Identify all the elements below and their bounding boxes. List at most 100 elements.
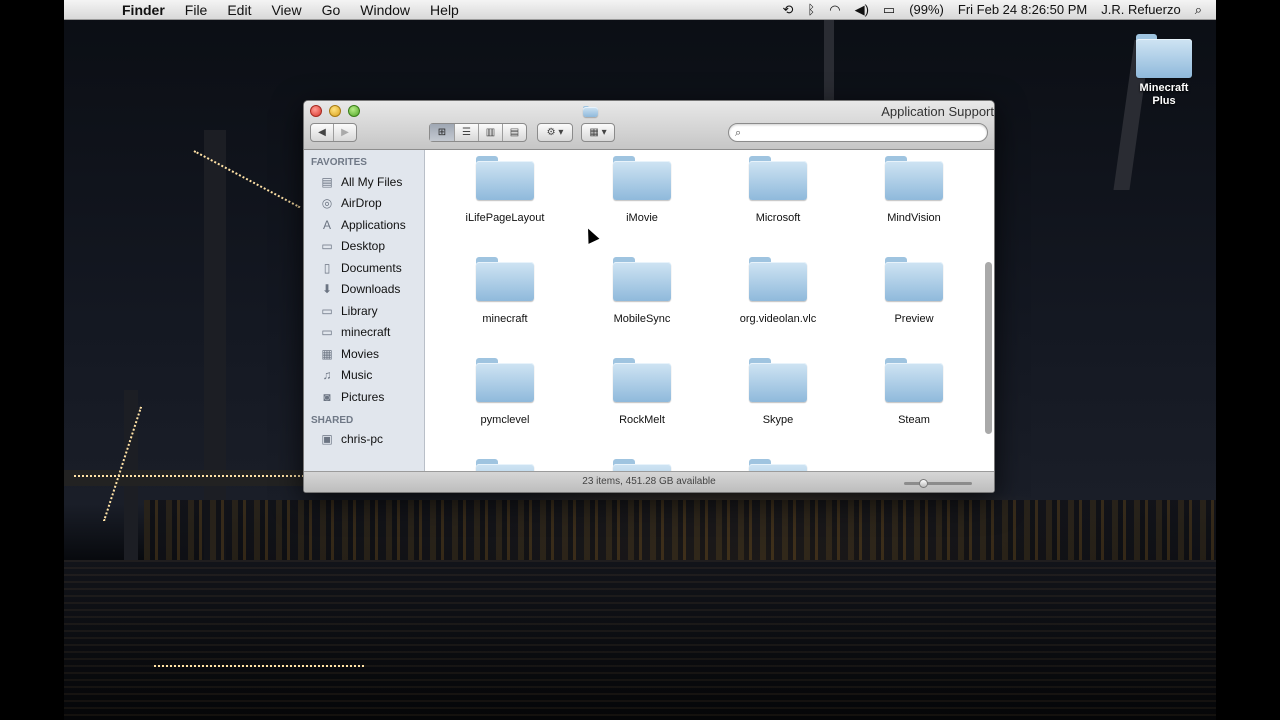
forward-button[interactable]: ▶ xyxy=(334,124,356,141)
folder-item[interactable]: Microsoft xyxy=(712,156,844,224)
sidebar-item-chris-pc[interactable]: ▣ chris-pc xyxy=(304,429,424,451)
slider-knob[interactable] xyxy=(919,479,928,488)
gear-icon: ⚙ ▾ xyxy=(546,127,564,138)
sidebar-item-all-my-files[interactable]: ▤ All My Files xyxy=(304,171,424,193)
folder-icon xyxy=(613,358,671,402)
user-menu[interactable]: J.R. Refuerzo xyxy=(1094,0,1187,20)
sidebar-item-documents[interactable]: ▯ Documents xyxy=(304,257,424,279)
back-button[interactable]: ◀ xyxy=(311,124,334,141)
icon-view-button[interactable]: ⊞ xyxy=(430,124,455,141)
folder-icon xyxy=(885,156,943,200)
menu-go[interactable]: Go xyxy=(312,0,351,20)
airdrop-icon: ◎ xyxy=(321,196,333,211)
folder-item[interactable]: MindVision xyxy=(848,156,980,224)
folder-name: minecraft xyxy=(482,313,528,325)
nav-buttons: ◀ ▶ xyxy=(310,123,357,142)
folder-name: org.videolan.vlc xyxy=(739,313,817,325)
folder-item[interactable]: MobileSync xyxy=(576,257,708,325)
search-input[interactable]: ⌕ xyxy=(728,123,988,142)
all-files-icon: ▤ xyxy=(321,174,333,189)
menu-edit[interactable]: Edit xyxy=(217,0,261,20)
list-view-button[interactable]: ☰ xyxy=(455,124,479,141)
folder-icon xyxy=(613,459,671,471)
window-title-text: Application Support xyxy=(881,104,994,119)
volume-icon[interactable]: ◀) xyxy=(848,0,876,20)
folder-name: Steam xyxy=(898,414,930,426)
sidebar-item-label: Downloads xyxy=(341,282,401,297)
coverflow-view-button[interactable]: ▤ xyxy=(503,124,526,141)
folder-icon xyxy=(885,358,943,402)
folder-icon xyxy=(476,358,534,402)
menu-file[interactable]: File xyxy=(175,0,218,20)
folder-item[interactable]: iLifePageLayout xyxy=(439,156,571,224)
folder-item[interactable]: pymclevel xyxy=(439,358,571,426)
sidebar-item-label: Pictures xyxy=(341,389,385,404)
sidebar-item-library[interactable]: ▭ Library xyxy=(304,300,424,322)
city-skyline xyxy=(144,500,1216,565)
folder-item[interactable]: Steam xyxy=(848,358,980,426)
status-bar: 23 items, 451.28 GB available xyxy=(304,471,994,492)
folder-item[interactable] xyxy=(439,459,571,471)
desktop-folder-minecraft-plus[interactable]: Minecraft Plus xyxy=(1132,34,1196,108)
sidebar-item-minecraft[interactable]: ▭ minecraft xyxy=(304,322,424,344)
folder-name: RockMelt xyxy=(619,414,665,426)
folder-item[interactable]: RockMelt xyxy=(576,358,708,426)
folder-icon: ▭ xyxy=(321,325,333,340)
sidebar-item-label: Documents xyxy=(341,260,402,275)
folder-icon: ▭ xyxy=(321,303,333,318)
applications-icon: A xyxy=(322,217,331,232)
folder-icon xyxy=(749,459,807,471)
bluetooth-icon[interactable]: ᛒ xyxy=(800,0,822,20)
folder-item[interactable] xyxy=(712,459,844,471)
sidebar-item-pictures[interactable]: ◙ Pictures xyxy=(304,386,424,408)
vertical-scrollbar[interactable] xyxy=(985,262,992,434)
pier-lights xyxy=(154,665,364,667)
sidebar-item-label: Movies xyxy=(341,346,380,361)
folder-icon xyxy=(1136,34,1192,78)
folder-name: pymclevel xyxy=(480,414,530,426)
folder-icon xyxy=(885,257,943,301)
battery-icon[interactable]: ▭ xyxy=(876,0,902,20)
folder-item[interactable]: iMovie xyxy=(576,156,708,224)
folder-icon xyxy=(613,156,671,200)
sidebar-header-shared: SHARED xyxy=(311,414,354,426)
sidebar-item-movies[interactable]: ▦ Movies xyxy=(304,343,424,365)
sidebar-item-airdrop[interactable]: ◎ AirDrop xyxy=(304,193,424,215)
icon-size-slider[interactable] xyxy=(904,479,972,488)
search-icon: ⌕ xyxy=(735,127,742,139)
menu-help[interactable]: Help xyxy=(420,0,469,20)
action-menu-button[interactable]: ⚙ ▾ xyxy=(537,123,573,142)
folder-icon xyxy=(749,156,807,200)
menu-window[interactable]: Window xyxy=(350,0,420,20)
movies-icon: ▦ xyxy=(321,346,333,361)
documents-icon: ▯ xyxy=(323,260,331,275)
icon-grid: iLifePageLayout iMovie Microsoft MindVision… xyxy=(425,150,994,471)
column-view-button[interactable]: ▥ xyxy=(479,124,503,141)
menu-clock[interactable]: Fri Feb 24 8:26:50 PM xyxy=(951,0,1094,20)
sidebar-item-desktop[interactable]: ▭ Desktop xyxy=(304,236,424,258)
wifi-icon[interactable]: ◠ xyxy=(822,0,847,20)
arrange-menu-button[interactable]: ▦ ▾ xyxy=(581,123,615,142)
battery-percent[interactable]: (99%) xyxy=(902,0,951,20)
spotlight-search-icon[interactable]: ⌕ xyxy=(1188,0,1216,20)
menu-view[interactable]: View xyxy=(261,0,311,20)
window-title: Application Support xyxy=(304,104,994,119)
folder-item[interactable]: Preview xyxy=(848,257,980,325)
folder-name: Preview xyxy=(894,313,934,325)
folder-icon xyxy=(476,257,534,301)
folder-name: Microsoft xyxy=(755,212,801,224)
folder-item[interactable]: Skype xyxy=(712,358,844,426)
sidebar-item-music[interactable]: ♫ Music xyxy=(304,365,424,387)
music-icon: ♫ xyxy=(322,368,332,383)
menu-app-finder[interactable]: Finder xyxy=(112,0,175,20)
sidebar-item-downloads[interactable]: ⬇ Downloads xyxy=(304,279,424,301)
folder-item[interactable]: minecraft xyxy=(439,257,571,325)
sidebar-item-applications[interactable]: A Applications xyxy=(304,214,424,236)
view-switcher: ⊞ ☰ ▥ ▤ xyxy=(429,123,527,142)
status-text: 23 items, 451.28 GB available xyxy=(582,476,716,487)
folder-item[interactable] xyxy=(576,459,708,471)
sidebar-item-label: Applications xyxy=(341,217,406,232)
folder-item[interactable]: org.videolan.vlc xyxy=(712,257,844,325)
time-machine-icon[interactable]: ⟲ xyxy=(776,0,801,20)
sidebar: FAVORITES ▤ All My Files ◎ AirDrop A Applicat… xyxy=(304,150,425,471)
